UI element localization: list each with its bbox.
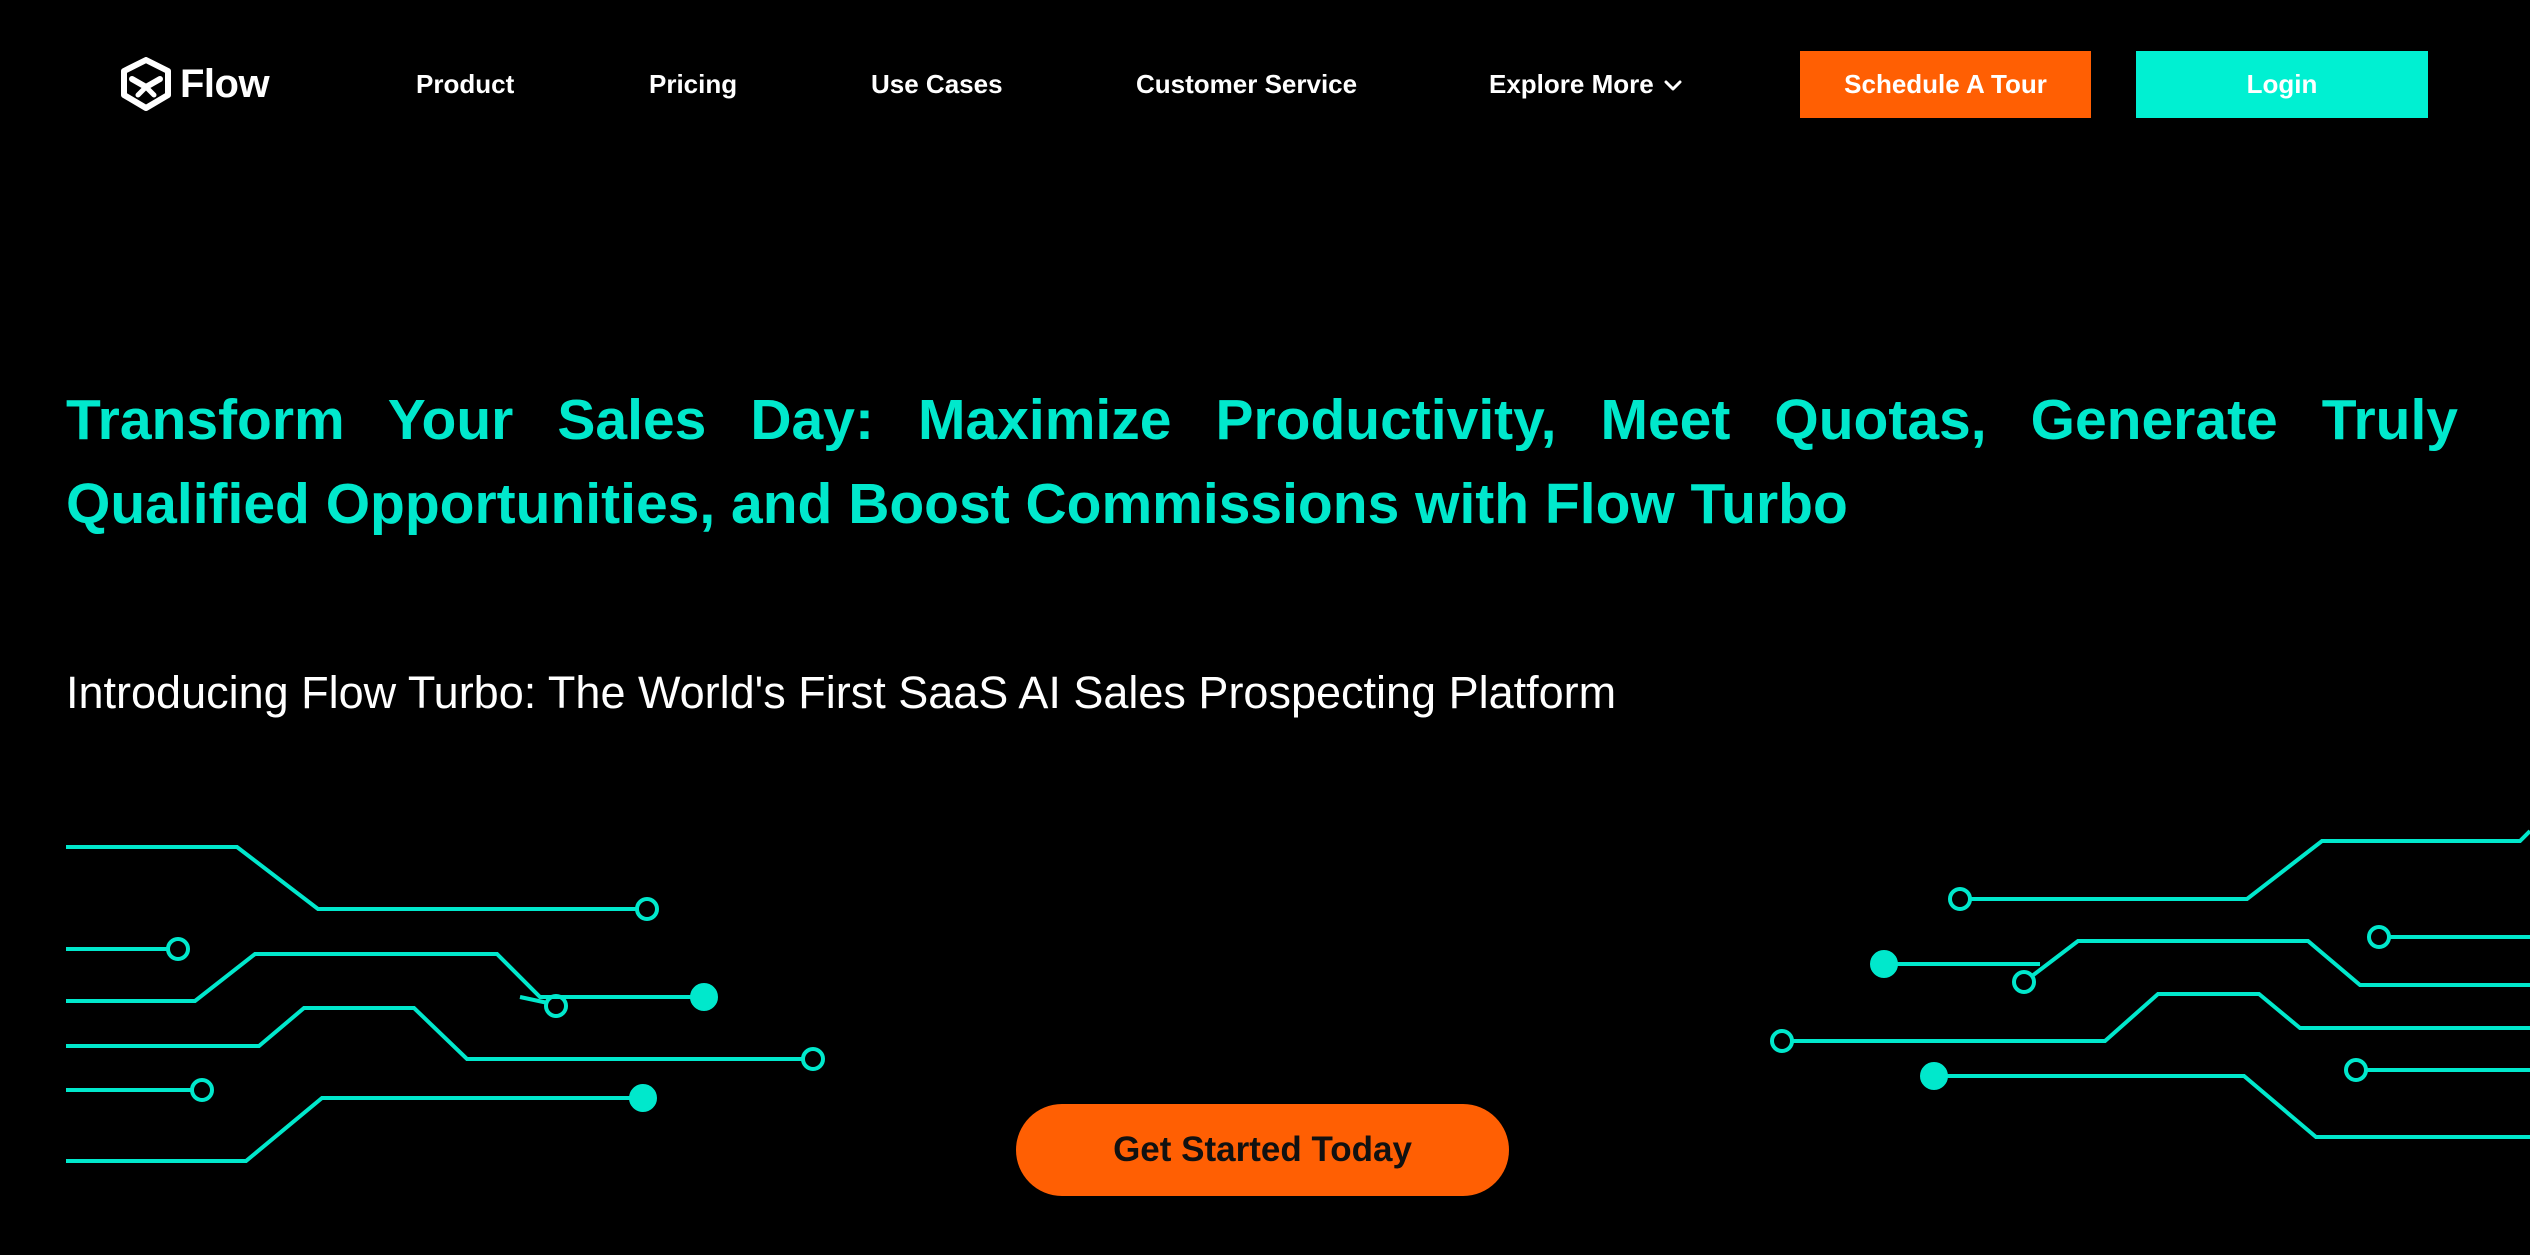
nav-product[interactable]: Product — [416, 66, 514, 102]
circuit-lines-right-icon — [1770, 829, 2530, 1139]
logo-text: Flow — [180, 61, 270, 106]
schedule-tour-button[interactable]: Schedule A Tour — [1800, 51, 2091, 118]
get-started-button[interactable]: Get Started Today — [1016, 1104, 1509, 1196]
top-navigation: Flow Product Pricing Use Cases Customer … — [0, 0, 2530, 168]
logo[interactable]: Flow — [118, 56, 270, 112]
chevron-down-icon — [1664, 80, 1682, 91]
login-button[interactable]: Login — [2136, 51, 2428, 118]
nav-explore-more[interactable]: Explore More — [1489, 66, 1682, 102]
hero-subheadline: Introducing Flow Turbo: The World's Firs… — [66, 667, 1617, 718]
flow-logo-icon — [121, 57, 171, 111]
nav-pricing[interactable]: Pricing — [649, 66, 737, 102]
circuit-lines-left-icon — [66, 845, 825, 1163]
hero-headline: Transform Your Sales Day: Maximize Produ… — [66, 388, 2458, 536]
nav-explore-more-label: Explore More — [1489, 69, 1654, 99]
nav-customer-service[interactable]: Customer Service — [1136, 66, 1357, 102]
nav-use-cases[interactable]: Use Cases — [871, 66, 1003, 102]
